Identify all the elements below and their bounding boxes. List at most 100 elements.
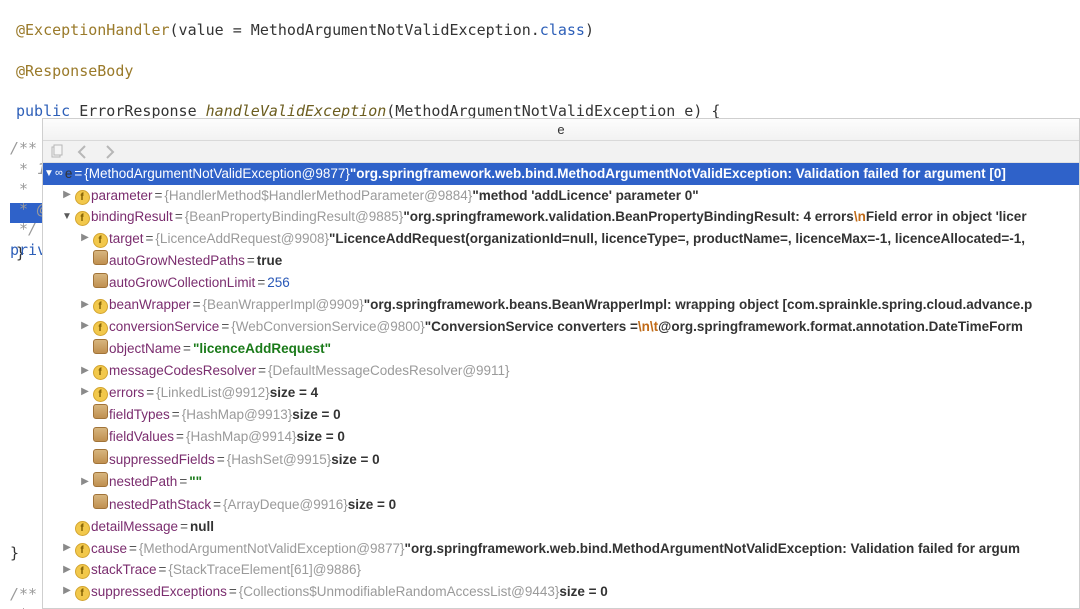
var-name: suppressedFields [109, 450, 215, 470]
var-type: {ArrayDeque@9916} [223, 495, 348, 515]
var-name: fieldTypes [109, 405, 170, 425]
escape-seq: \n [638, 317, 650, 337]
expand-icon[interactable] [61, 188, 73, 203]
field-icon: f [75, 586, 90, 601]
var-name: messageCodesResolver [109, 361, 256, 381]
expand-icon[interactable] [43, 167, 55, 182]
var-name: detailMessage [91, 517, 178, 537]
var-value: "licenceAddRequest" [193, 339, 331, 359]
var-name: fieldValues [109, 427, 174, 447]
expand-icon[interactable] [79, 298, 91, 313]
property-icon [93, 404, 108, 419]
debug-tab-title[interactable]: e [43, 119, 1079, 141]
var-type: {Collections$UnmodifiableRandomAccessLis… [239, 582, 560, 602]
var-name: nestedPathStack [109, 495, 211, 515]
copy-icon[interactable] [49, 144, 65, 160]
field-icon: f [93, 387, 108, 402]
var-size: size = 0 [559, 582, 607, 602]
tree-row[interactable]: f errors = {LinkedList@9912} size = 4 [43, 382, 1079, 404]
tree-row[interactable]: nestedPath = "" [43, 471, 1079, 494]
tree-row[interactable]: f conversionService = {WebConversionServ… [43, 316, 1079, 338]
debug-toolbar [43, 141, 1079, 163]
field-icon: f [75, 190, 90, 205]
var-name: suppressedExceptions [91, 582, 227, 602]
var-name: conversionService [109, 317, 219, 337]
var-type: {MethodArgumentNotValidException@9877} [84, 164, 350, 184]
var-name: beanWrapper [109, 295, 191, 315]
field-icon: f [75, 521, 90, 536]
field-icon: f [93, 299, 108, 314]
expand-icon[interactable] [61, 584, 73, 599]
debug-variables-panel[interactable]: e ∞ e = {MethodArgumentNotValidException… [42, 118, 1080, 609]
var-type: {StackTraceElement[61]@9886} [168, 560, 361, 580]
property-icon [93, 427, 108, 442]
tree-row[interactable]: suppressedFields = {HashSet@9915} size =… [43, 448, 1079, 471]
var-name: nestedPath [109, 472, 177, 492]
tree-row-root[interactable]: ∞ e = {MethodArgumentNotValidException@9… [43, 163, 1079, 185]
tree-row[interactable]: f cause = {MethodArgumentNotValidExcepti… [43, 538, 1079, 560]
var-value: "LicenceAddRequest(organizationId=null, … [329, 229, 1025, 249]
forward-icon[interactable] [101, 144, 117, 160]
tree-row[interactable]: fieldValues = {HashMap@9914} size = 0 [43, 426, 1079, 449]
expand-icon[interactable] [61, 541, 73, 556]
tree-row[interactable]: autoGrowCollectionLimit = 256 [43, 272, 1079, 295]
variables-tree[interactable]: ∞ e = {MethodArgumentNotValidException@9… [43, 163, 1079, 608]
expand-icon[interactable] [61, 210, 73, 225]
tree-row[interactable]: autoGrowNestedPaths = true [43, 249, 1079, 272]
expand-icon[interactable] [79, 231, 91, 246]
var-name: autoGrowCollectionLimit [109, 273, 255, 293]
field-icon: f [93, 321, 108, 336]
tree-row[interactable]: objectName = "licenceAddRequest" [43, 338, 1079, 361]
var-value: "org.springframework.beans.BeanWrapperIm… [364, 295, 1033, 315]
var-name: errors [109, 383, 144, 403]
var-name: parameter [91, 186, 153, 206]
expand-icon[interactable] [79, 475, 91, 490]
back-icon[interactable] [75, 144, 91, 160]
code-line: @ExceptionHandler(value = MethodArgument… [10, 20, 1080, 40]
var-value: true [257, 251, 283, 271]
var-size: size = 0 [331, 450, 379, 470]
var-name: e [65, 164, 73, 184]
property-icon [93, 339, 108, 354]
var-type: {HashMap@9914} [186, 427, 297, 447]
var-type: {BeanPropertyBindingResult@9885} [185, 207, 404, 227]
var-type: {HandlerMethod$HandlerMethodParameter@98… [164, 186, 472, 206]
tree-row[interactable]: f suppressedExceptions = {Collections$Un… [43, 581, 1079, 603]
var-type: {MethodArgumentNotValidException@9877} [139, 539, 405, 559]
annotation: @ResponseBody [16, 62, 133, 80]
tree-row[interactable]: f detailMessage = null [43, 516, 1079, 538]
tree-row[interactable]: f target = {LicenceAddRequest@9908} "Lic… [43, 228, 1079, 250]
expand-icon[interactable] [79, 319, 91, 334]
editor-gutter-code: /** * 1 * * @ */ priv } /** * 主 [0, 118, 42, 609]
var-name: stackTrace [91, 560, 157, 580]
annotation: @ExceptionHandler [16, 21, 170, 39]
escape-seq: \t [650, 317, 658, 337]
field-icon: f [75, 564, 90, 579]
var-size: size = 4 [270, 383, 318, 403]
expand-icon[interactable] [61, 563, 73, 578]
var-type: {LinkedList@9912} [156, 383, 270, 403]
var-value: 256 [267, 273, 290, 293]
expand-icon[interactable] [79, 364, 91, 379]
var-type: {HashMap@9913} [182, 405, 293, 425]
var-type: {HashSet@9915} [227, 450, 332, 470]
var-type: {LicenceAddRequest@9908} [155, 229, 329, 249]
property-icon [93, 250, 108, 265]
tree-row[interactable]: f parameter = {HandlerMethod$HandlerMeth… [43, 185, 1079, 207]
tree-row[interactable]: f messageCodesResolver = {DefaultMessage… [43, 360, 1079, 382]
tree-row[interactable]: f stackTrace = {StackTraceElement[61]@98… [43, 559, 1079, 581]
var-name: target [109, 229, 144, 249]
field-icon: f [75, 543, 90, 558]
tree-row[interactable]: nestedPathStack = {ArrayDeque@9916} size… [43, 493, 1079, 516]
tree-row[interactable]: f bindingResult = {BeanPropertyBindingRe… [43, 206, 1079, 228]
var-value: "org.springframework.web.bind.MethodArgu… [350, 164, 1006, 184]
var-name: cause [91, 539, 127, 559]
var-name: bindingResult [91, 207, 173, 227]
expand-icon[interactable] [79, 385, 91, 400]
var-size: size = 0 [348, 495, 396, 515]
tree-row[interactable]: f beanWrapper = {BeanWrapperImpl@9909} "… [43, 294, 1079, 316]
property-icon [93, 449, 108, 464]
field-icon: f [93, 365, 108, 380]
tree-row[interactable]: fieldTypes = {HashMap@9913} size = 0 [43, 403, 1079, 426]
escape-seq: \n [854, 207, 866, 227]
